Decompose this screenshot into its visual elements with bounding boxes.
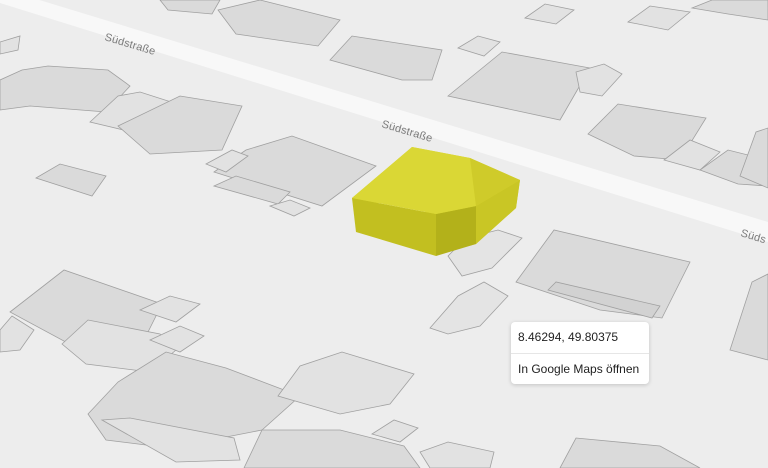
coordinate-popup: 8.46294, 49.80375 In Google Maps öffnen (511, 322, 649, 384)
map-canvas[interactable]: Südstraße Südstraße Süds 8.46294, 49.803… (0, 0, 768, 468)
popup-divider (511, 353, 649, 354)
map-layer: Südstraße Südstraße Süds (0, 0, 768, 468)
popup-coordinates: 8.46294, 49.80375 (518, 330, 619, 344)
open-google-maps-link[interactable]: In Google Maps öffnen (518, 362, 639, 376)
